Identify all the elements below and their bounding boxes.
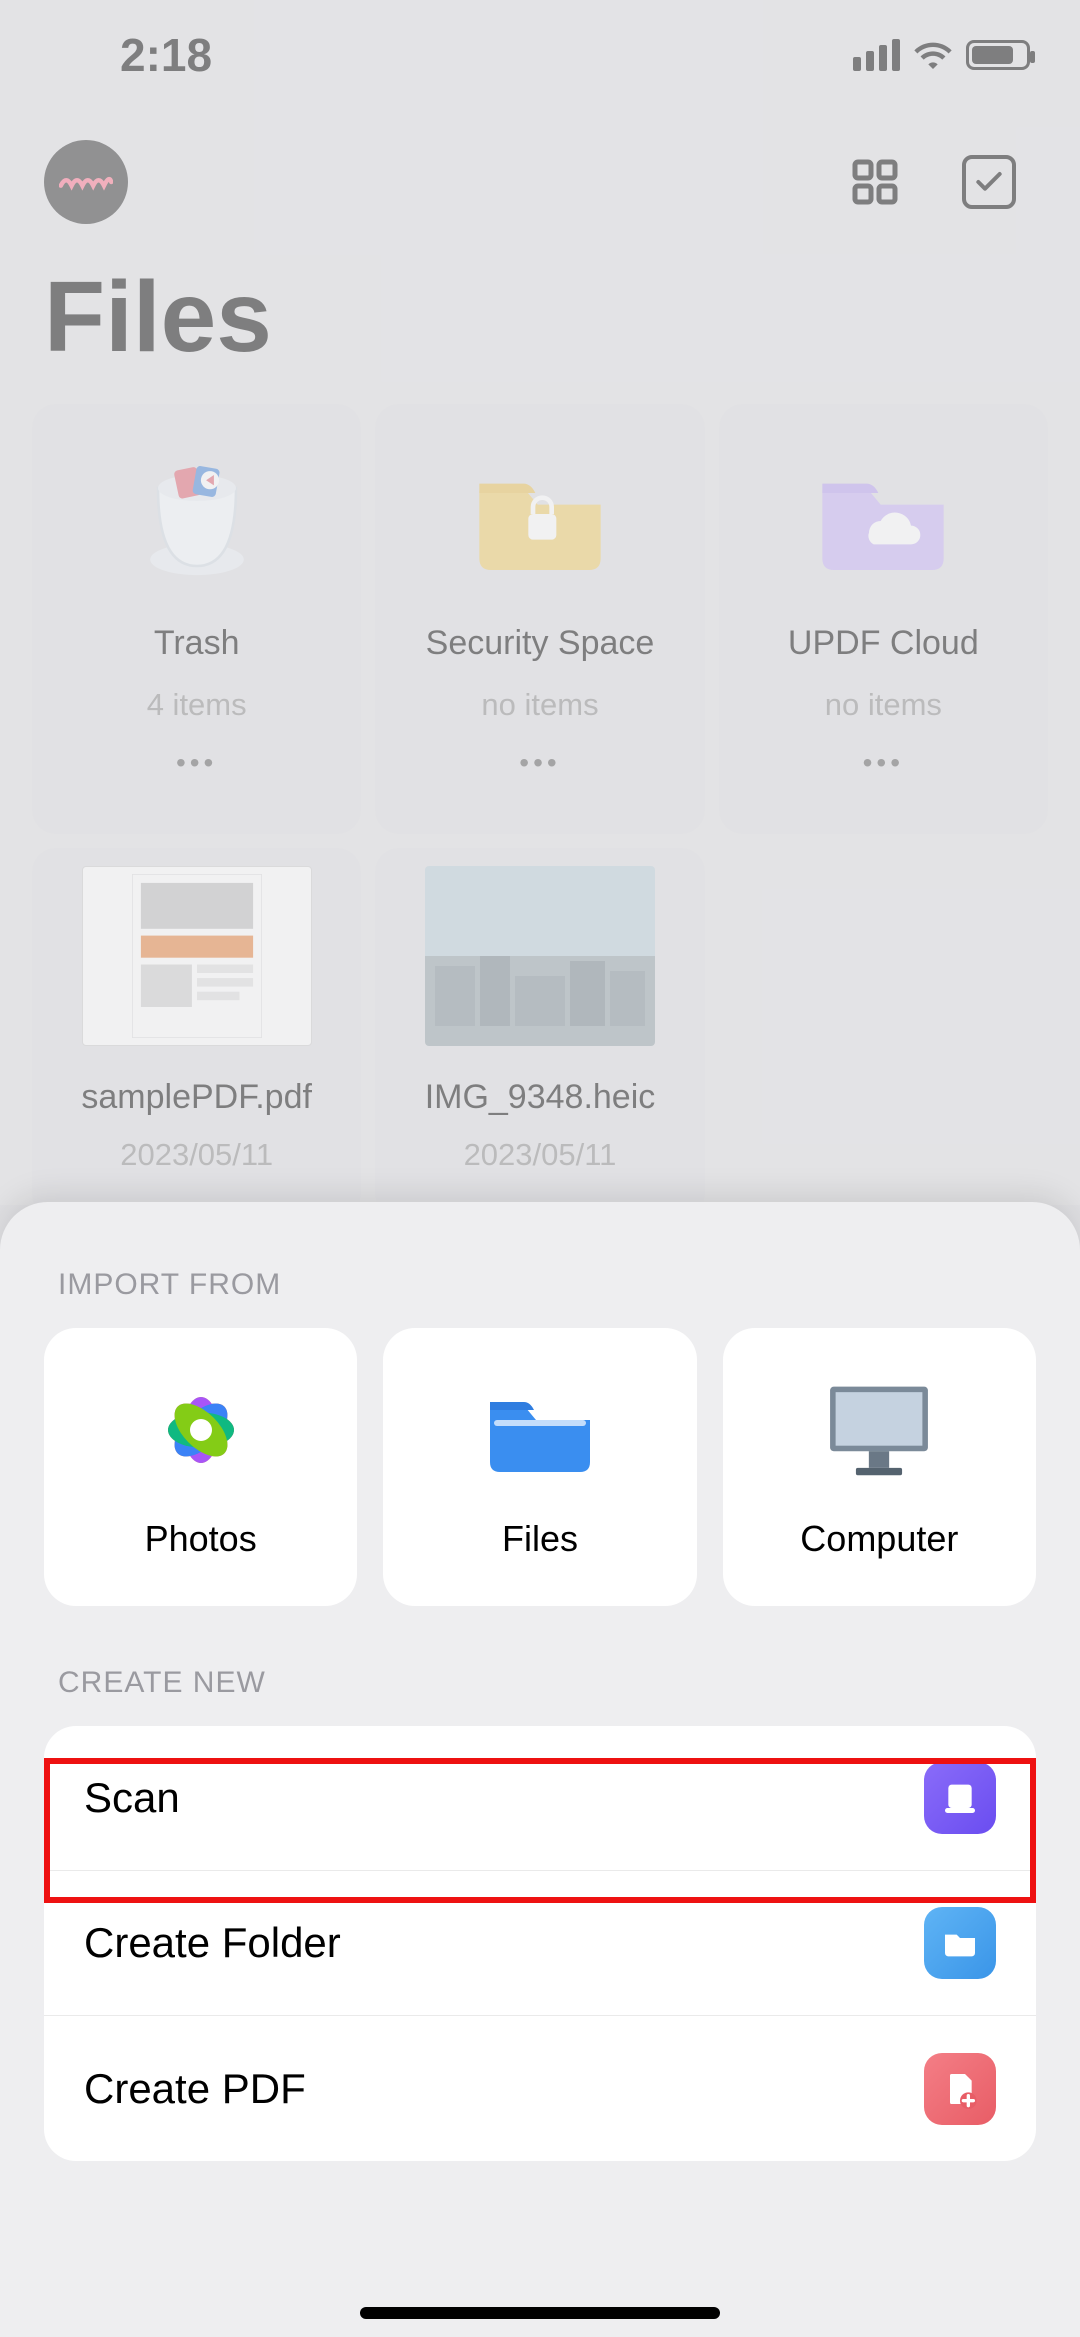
import-label: Photos [145, 1518, 257, 1560]
create-row-label: Create Folder [84, 1919, 341, 1967]
create-pdf-row[interactable]: Create PDF [44, 2016, 1036, 2161]
folder-icon [480, 1375, 600, 1490]
add-sheet: IMPORT FROM [0, 1202, 1080, 2337]
create-section-label: CREATE NEW [58, 1666, 1036, 1700]
folder-add-icon [924, 1907, 996, 1979]
create-row-label: Scan [84, 1774, 180, 1822]
import-files-button[interactable]: Files [383, 1328, 696, 1606]
create-row-label: Create PDF [84, 2065, 306, 2113]
import-section-label: IMPORT FROM [58, 1268, 1036, 1302]
home-indicator[interactable] [360, 2307, 720, 2319]
computer-icon [819, 1375, 939, 1490]
modal-backdrop[interactable] [0, 0, 1080, 1205]
import-label: Files [502, 1518, 578, 1560]
import-photos-button[interactable]: Photos [44, 1328, 357, 1606]
scan-icon [924, 1762, 996, 1834]
pdf-add-icon [924, 2053, 996, 2125]
import-label: Computer [800, 1518, 958, 1560]
photos-icon [141, 1375, 261, 1490]
create-folder-row[interactable]: Create Folder [44, 1871, 1036, 2016]
create-scan-row[interactable]: Scan [44, 1726, 1036, 1871]
import-computer-button[interactable]: Computer [723, 1328, 1036, 1606]
create-list: Scan Create Folder Create PDF [44, 1726, 1036, 2161]
